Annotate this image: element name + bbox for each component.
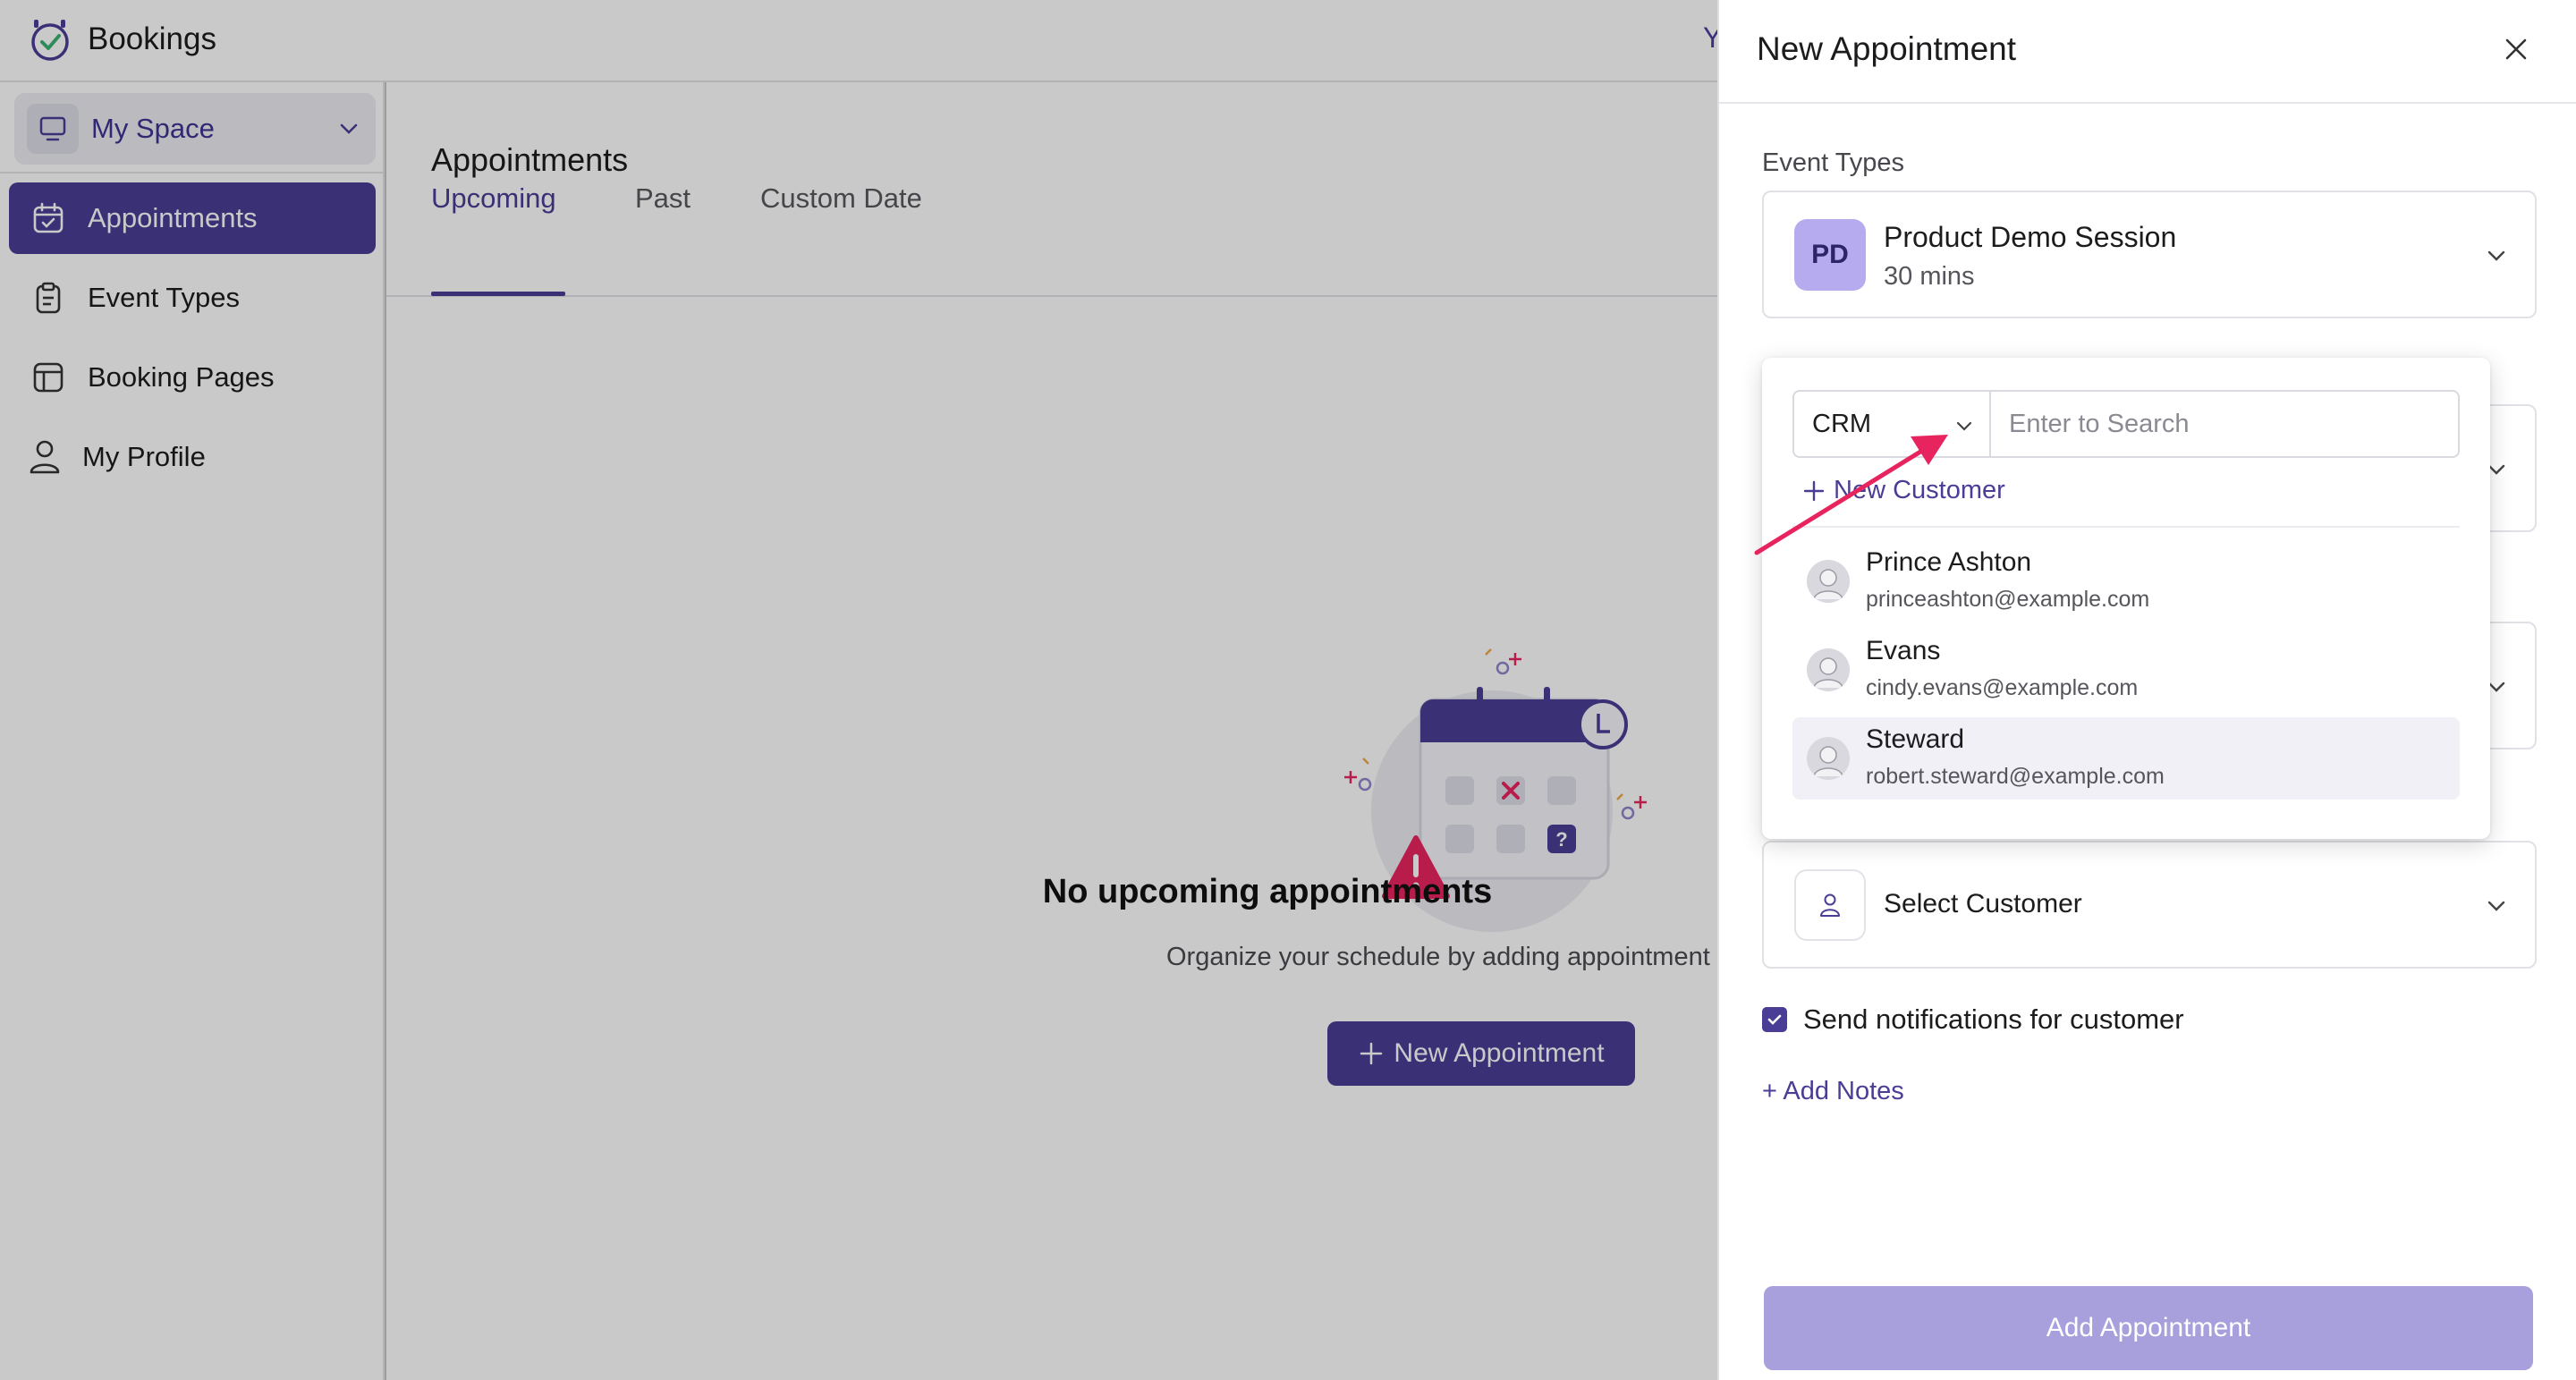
customer-option-highlighted[interactable]: Steward robert.steward@example.com [1792, 717, 2460, 800]
chevron-down-icon [2487, 901, 2505, 911]
customer-option[interactable]: Prince Ashton princeashton@example.com [1792, 540, 2460, 622]
close-icon[interactable] [2501, 34, 2531, 64]
event-badge: PD [1794, 219, 1866, 291]
customer-option[interactable]: Evans cindy.evans@example.com [1792, 629, 2460, 711]
customer-search-input[interactable] [1991, 390, 2460, 458]
customer-name: Prince Ashton [1866, 547, 2032, 577]
customer-name: Steward [1866, 724, 1965, 754]
add-appointment-button[interactable]: Add Appointment [1764, 1286, 2533, 1370]
drawer-header: New Appointment [1719, 0, 2576, 104]
check-icon [1767, 1014, 1782, 1025]
avatar-icon [1807, 737, 1850, 780]
customer-email: robert.steward@example.com [1866, 764, 2165, 789]
event-name: Product Demo Session [1884, 221, 2177, 253]
event-types-label: Event Types [1762, 148, 1905, 177]
avatar-icon [1807, 648, 1850, 691]
select-customer-label: Select Customer [1884, 889, 2082, 919]
event-type-select[interactable]: PD Product Demo Session 30 mins [1762, 190, 2537, 318]
customer-select[interactable]: Select Customer [1762, 841, 2537, 969]
customer-name: Evans [1866, 636, 1941, 665]
avatar-icon [1807, 560, 1850, 603]
add-notes-link[interactable]: + Add Notes [1762, 1077, 1904, 1106]
popover-divider [1792, 526, 2460, 528]
new-customer-label: New Customer [1834, 476, 2005, 504]
chevron-down-icon [1956, 421, 1972, 431]
customer-email: cindy.evans@example.com [1866, 675, 2139, 700]
person-icon [1794, 869, 1866, 941]
notify-row: Send notifications for customer [1762, 1003, 2184, 1036]
customer-popover: CRM New Customer Prince Ashton princeash… [1762, 358, 2490, 839]
drawer-title: New Appointment [1757, 30, 2017, 67]
plus-icon [1803, 480, 1825, 501]
new-customer-link[interactable]: New Customer [1801, 476, 2005, 505]
notify-checkbox[interactable] [1762, 1007, 1787, 1032]
chevron-down-icon [2487, 250, 2505, 261]
customer-email: princeashton@example.com [1866, 587, 2150, 612]
notify-label: Send notifications for customer [1803, 1003, 2184, 1035]
source-label: CRM [1812, 409, 1872, 438]
source-select[interactable]: CRM [1792, 390, 1991, 458]
modal-backdrop[interactable] [0, 0, 1717, 1380]
event-duration: 30 mins [1884, 262, 1975, 291]
